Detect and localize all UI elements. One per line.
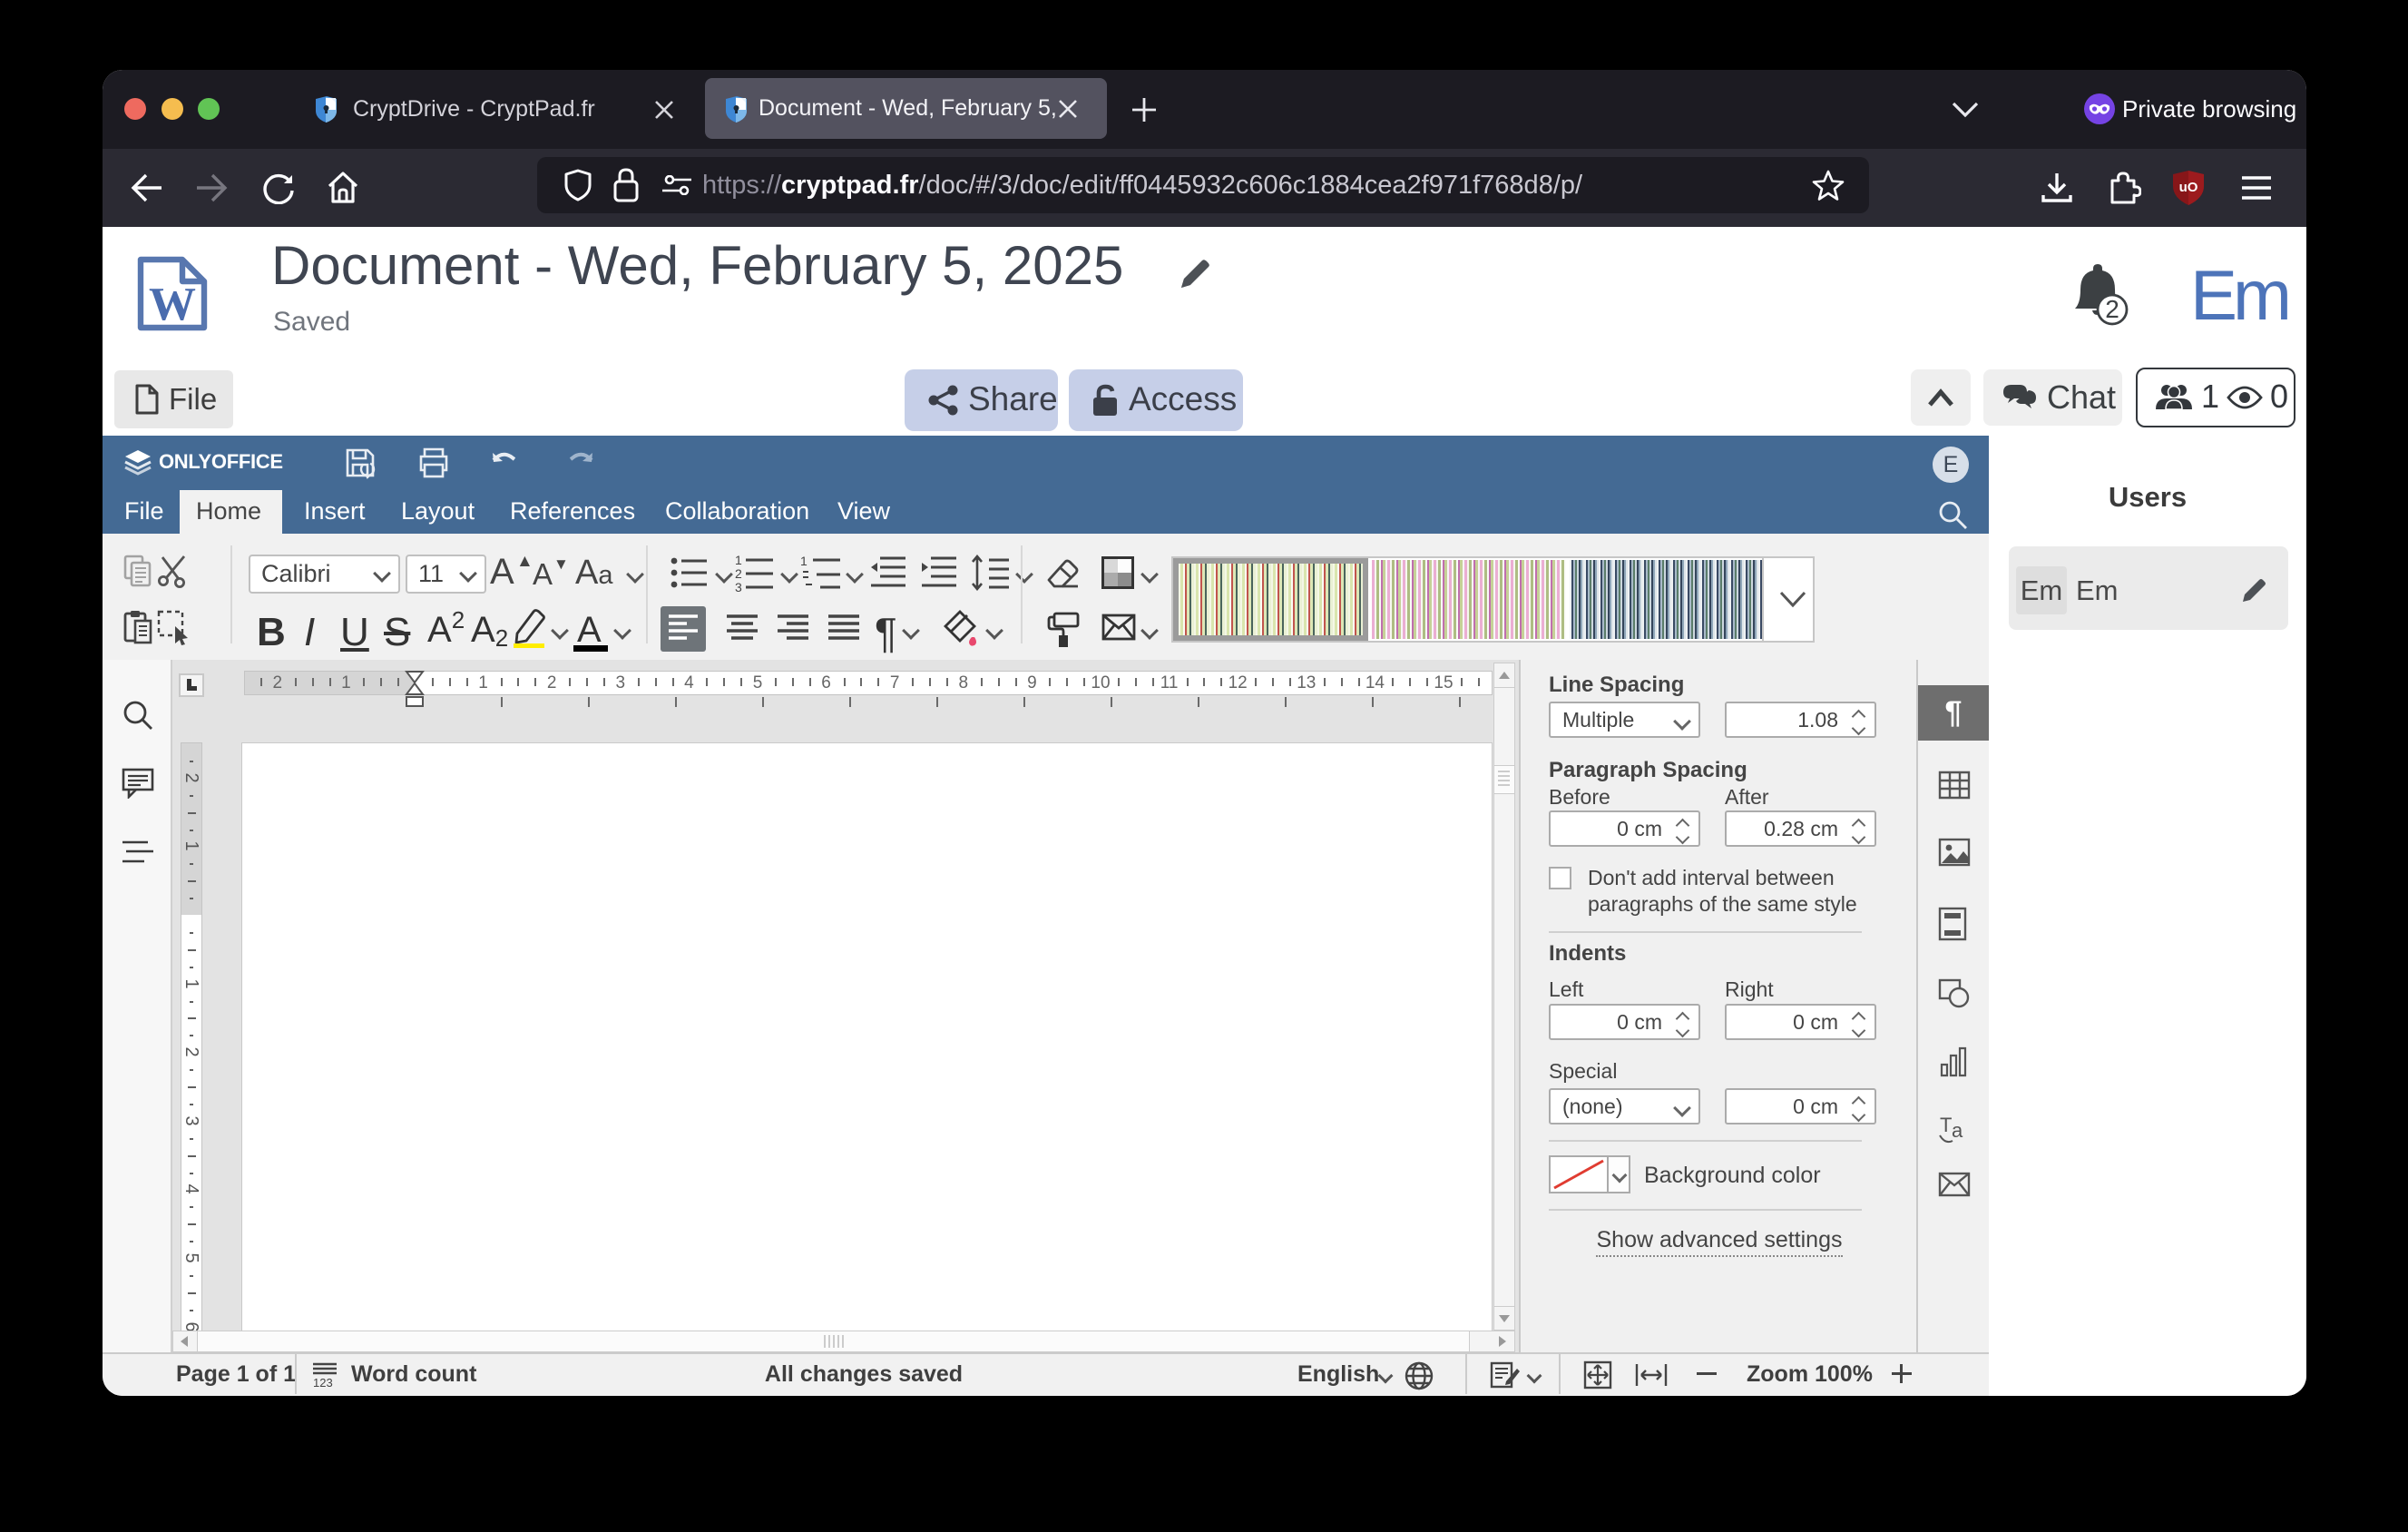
- svg-text:3: 3: [735, 580, 742, 592]
- svg-text:2: 2: [2105, 295, 2119, 323]
- svg-text:W: W: [149, 279, 196, 330]
- svg-text:T: T: [1940, 1114, 1952, 1136]
- svg-text:123: 123: [313, 1376, 333, 1388]
- svg-text:uO: uO: [2179, 180, 2198, 195]
- svg-text:1: 1: [800, 554, 808, 568]
- svg-text:a: a: [1952, 1119, 1963, 1142]
- svg-text:2: 2: [735, 566, 742, 581]
- svg-text:1: 1: [735, 554, 742, 567]
